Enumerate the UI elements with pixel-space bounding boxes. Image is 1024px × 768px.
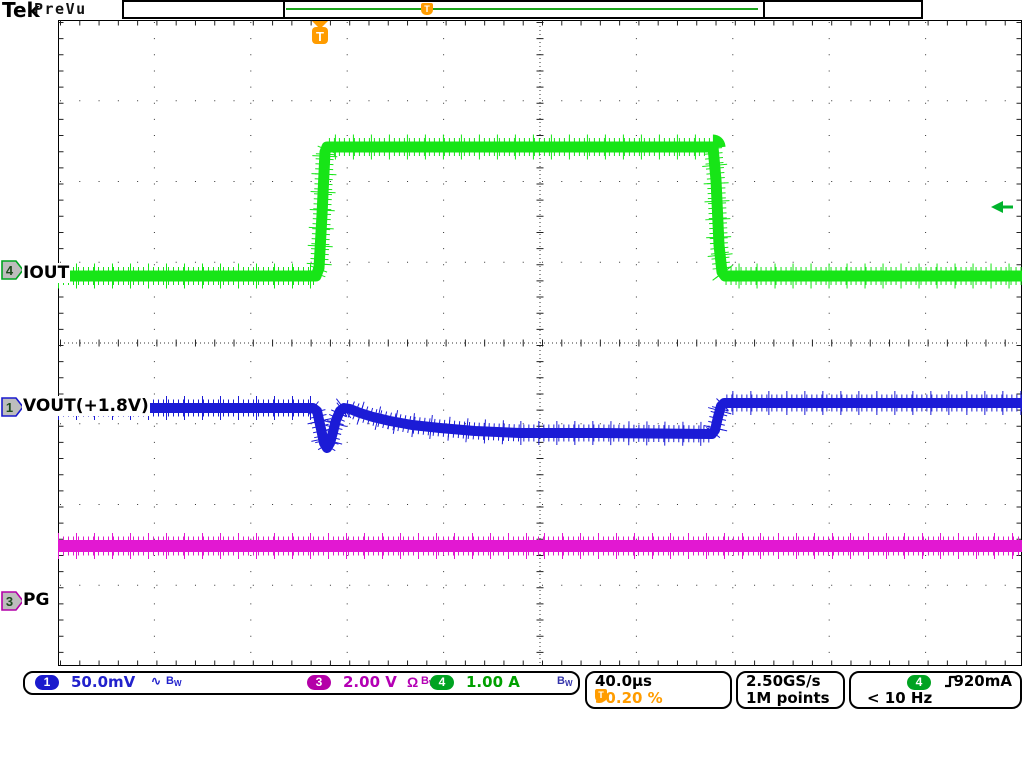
ch4-badge[interactable]: 4 bbox=[430, 675, 454, 690]
timebase-value: 40.0µs bbox=[595, 672, 652, 690]
ch1-marker-number: 1 bbox=[6, 400, 13, 415]
trigger-level-arrow-tail bbox=[1003, 206, 1013, 209]
trigger-position-badge-letter: T bbox=[316, 29, 324, 44]
trigger-position-row: T 30.20 % bbox=[595, 689, 663, 708]
channel-readouts-box[interactable]: 1 50.0mV ∿ BW 3 2.00 V Ω BW 4 1.00 A BW bbox=[23, 671, 580, 695]
trigger-readout-box[interactable]: 4 920mA < 10 Hz bbox=[849, 671, 1022, 709]
ch4-marker-number: 4 bbox=[6, 263, 14, 278]
ch3-trace-label: PG bbox=[22, 590, 50, 610]
sample-rate-value: 2.50GS/s bbox=[746, 672, 821, 690]
ch3-position-marker[interactable]: 3 bbox=[2, 592, 23, 610]
ch1-scale: 50.0mV bbox=[71, 673, 135, 691]
graticule-and-traces: T 4 1 3 bbox=[0, 0, 1024, 768]
ch1-position-marker[interactable]: 1 bbox=[2, 398, 23, 416]
acquisition-readout-box[interactable]: 2.50GS/s 1M points bbox=[736, 671, 845, 709]
ch3-scale: 2.00 V bbox=[343, 673, 397, 691]
trigger-source-badge[interactable]: 4 bbox=[907, 675, 931, 690]
ch1-bandwidth-icon: BW bbox=[166, 675, 182, 688]
trigger-t-icon: T bbox=[595, 689, 607, 702]
trigger-level-value: 920mA bbox=[953, 672, 1012, 690]
ch1-ac-coupling-icon: ∿ bbox=[151, 674, 161, 688]
trigger-level-arrow-icon[interactable] bbox=[991, 201, 1003, 213]
record-length-value: 1M points bbox=[746, 689, 830, 707]
horizontal-readout-box[interactable]: 40.0µs T 30.20 % bbox=[585, 671, 732, 709]
ch4-bandwidth-icon: BW bbox=[557, 675, 573, 688]
ch1-trace-label: VOUT(+1.8V) bbox=[22, 396, 150, 416]
oscilloscope-screen: Tek PreVu T T413 IOUT VOUT(+1.8V) PG 1 5… bbox=[0, 0, 1024, 768]
ch3-marker-number: 3 bbox=[6, 594, 13, 609]
ch1-badge[interactable]: 1 bbox=[35, 675, 59, 690]
ch3-badge[interactable]: 3 bbox=[307, 675, 331, 690]
ch3-impedance-icon: Ω bbox=[407, 674, 418, 690]
trigger-frequency-value: < 10 Hz bbox=[867, 689, 932, 707]
ch4-position-marker[interactable]: 4 bbox=[2, 261, 23, 279]
ch4-scale: 1.00 A bbox=[466, 673, 520, 691]
ch4-trace-label: IOUT bbox=[22, 263, 70, 283]
